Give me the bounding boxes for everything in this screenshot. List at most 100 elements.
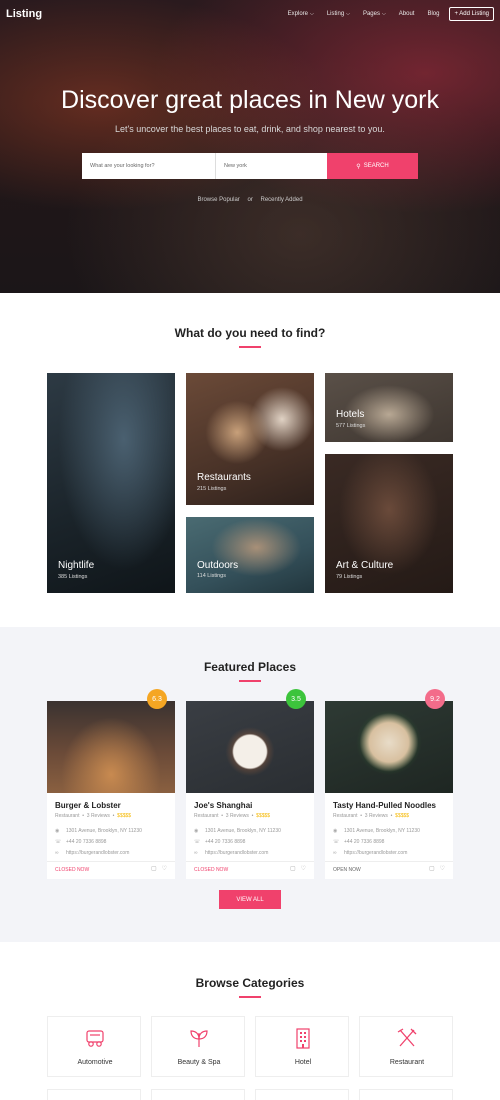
menu-item-explore[interactable]: Explore ⌵ <box>288 11 314 17</box>
place-name[interactable]: Burger & Lobster <box>55 801 121 810</box>
category-automotive[interactable]: Automotive <box>47 1016 141 1077</box>
fork-knife-icon <box>397 1028 417 1047</box>
tile-art-culture[interactable]: Art & Culture 79 Listings <box>325 454 453 593</box>
category-label: Beauty & Spa <box>177 1059 221 1066</box>
address-text: 1301 Avenue, Brooklyn, NY 11230 <box>344 828 420 834</box>
menu-item-listing[interactable]: Listing ⌵ <box>327 11 350 17</box>
website-text: https://burgerandlobster.com <box>205 850 269 856</box>
find-section-title: What do you need to find? <box>174 326 326 340</box>
link-icon: ∞ <box>333 850 337 856</box>
tile-nightlife[interactable]: Nightlife 385 Listings <box>47 373 175 593</box>
search-what-input[interactable]: What are your looking for? <box>82 153 216 179</box>
brand-logo[interactable]: Listing <box>6 8 42 20</box>
place-card[interactable]: 3.5 Joe's Shanghai Restaurant • 3 Review… <box>186 689 314 879</box>
bookmark-icon[interactable]: ▢ <box>429 866 435 872</box>
open-status: OPEN NOW <box>333 867 361 873</box>
card-divider <box>186 861 314 862</box>
phone-text: +44 20 7336 8898 <box>205 839 246 845</box>
automotive-icon <box>86 1030 104 1047</box>
place-price: $$$$$ <box>256 813 271 819</box>
recently-added-link[interactable]: Recently Added <box>261 197 303 203</box>
tile-outdoors[interactable]: Outdoors 114 Listings <box>186 517 314 593</box>
tile-count: 385 Listings <box>58 574 88 580</box>
place-address: ◉ 1301 Avenue, Brooklyn, NY 11230 <box>55 828 142 834</box>
category-card-partial[interactable] <box>359 1089 453 1100</box>
place-meta: Restaurant • 3 Reviews • $$$$$ <box>333 813 410 819</box>
hero-title: Discover great places in New york <box>61 86 439 114</box>
bookmark-icon[interactable]: ▢ <box>290 866 296 872</box>
location-pin-icon: ◉ <box>333 828 338 834</box>
place-name[interactable]: Tasty Hand-Pulled Noodles <box>333 801 436 810</box>
place-image <box>47 701 175 793</box>
hero-subtitle: Let's uncover the best places to eat, dr… <box>115 124 385 134</box>
top-nav: Listing Explore ⌵ Listing ⌵ Pages ⌵ About B… <box>0 0 500 27</box>
chevron-down-icon: ⌵ <box>346 10 350 17</box>
search-location-input[interactable]: New york <box>216 153 327 179</box>
chevron-down-icon: ⌵ <box>310 10 314 17</box>
title-underline <box>239 680 261 682</box>
place-type: Restaurant <box>55 813 80 819</box>
place-phone: ☏ +44 20 7336 8898 <box>194 839 245 845</box>
place-address: ◉ 1301 Avenue, Brooklyn, NY 11230 <box>333 828 420 834</box>
hero-banner <box>0 0 500 293</box>
category-card-partial[interactable] <box>151 1089 245 1100</box>
tile-count: 215 Listings <box>197 486 227 492</box>
place-website[interactable]: ∞ https://burgerandlobster.com <box>333 850 407 856</box>
tile-name: Restaurants <box>197 472 251 483</box>
card-divider <box>47 861 175 862</box>
tile-count: 577 Listings <box>336 423 366 429</box>
phone-text: +44 20 7336 8898 <box>344 839 385 845</box>
categories-section-title: Browse Categories <box>195 976 305 990</box>
place-address: ◉ 1301 Avenue, Brooklyn, NY 11230 <box>194 828 281 834</box>
menu-item-blog[interactable]: Blog <box>427 11 439 17</box>
place-meta: Restaurant • 3 Reviews • $$$$$ <box>194 813 271 819</box>
category-beauty-spa[interactable]: Beauty & Spa <box>151 1016 245 1077</box>
place-website[interactable]: ∞ https://burgerandlobster.com <box>55 850 129 856</box>
place-type: Restaurant <box>194 813 219 819</box>
category-card-partial[interactable] <box>47 1089 141 1100</box>
featured-section-title: Featured Places <box>203 660 297 674</box>
tile-name: Hotels <box>336 409 365 420</box>
category-card-partial[interactable] <box>255 1089 349 1100</box>
heart-icon[interactable]: ♡ <box>301 866 306 872</box>
location-pin-icon: ◉ <box>55 828 60 834</box>
view-all-button[interactable]: VIEW ALL <box>219 890 281 909</box>
phone-text: +44 20 7336 8898 <box>66 839 107 845</box>
place-reviews: 3 Reviews <box>225 813 249 819</box>
phone-icon: ☏ <box>194 839 201 845</box>
open-status: CLOSED NOW <box>55 867 90 873</box>
place-name[interactable]: Joe's Shanghai <box>194 801 252 810</box>
category-restaurant[interactable]: Restaurant <box>359 1016 453 1077</box>
location-pin-icon: ◉ <box>194 828 199 834</box>
heart-icon[interactable]: ♡ <box>162 866 167 872</box>
tile-count: 114 Listings <box>197 573 226 579</box>
menu-item-pages[interactable]: Pages ⌵ <box>363 11 386 17</box>
place-website[interactable]: ∞ https://burgerandlobster.com <box>194 850 268 856</box>
leaf-icon <box>190 1030 208 1047</box>
category-hotel[interactable]: Hotel <box>255 1016 349 1077</box>
menu-item-about[interactable]: About <box>399 11 415 17</box>
address-text: 1301 Avenue, Brooklyn, NY 11230 <box>66 828 142 834</box>
tile-name: Art & Culture <box>336 560 394 571</box>
tile-name: Outdoors <box>197 560 239 571</box>
add-listing-button[interactable]: + Add Listing <box>449 6 494 21</box>
rating-badge: 6.3 <box>147 689 167 709</box>
place-type: Restaurant <box>333 813 358 819</box>
place-card[interactable]: 6.3 Burger & Lobster Restaurant • 3 Revi… <box>47 689 175 879</box>
heart-icon[interactable]: ♡ <box>440 866 445 872</box>
card-actions: ▢ ♡ <box>146 865 167 872</box>
rating-badge: 3.5 <box>286 689 306 709</box>
open-status: CLOSED NOW <box>194 867 229 873</box>
tile-hotels[interactable]: Hotels 577 Listings <box>325 373 453 442</box>
card-divider <box>325 861 453 862</box>
tile-restaurants[interactable]: Restaurants 215 Listings <box>186 373 314 505</box>
place-price: $$$$$ <box>117 813 132 819</box>
chevron-down-icon: ⌵ <box>381 10 386 17</box>
place-card[interactable]: 9.2 Tasty Hand-Pulled Noodles Restaurant… <box>325 689 453 879</box>
bookmark-icon[interactable]: ▢ <box>151 866 157 872</box>
search-button[interactable]: ⚲ SEARCH <box>327 153 418 179</box>
tile-count: 79 Listings <box>336 574 363 580</box>
quick-links: Browse Popular or Recently Added <box>0 197 500 203</box>
search-button-label: SEARCH <box>363 163 389 169</box>
browse-popular-link[interactable]: Browse Popular <box>197 197 239 203</box>
